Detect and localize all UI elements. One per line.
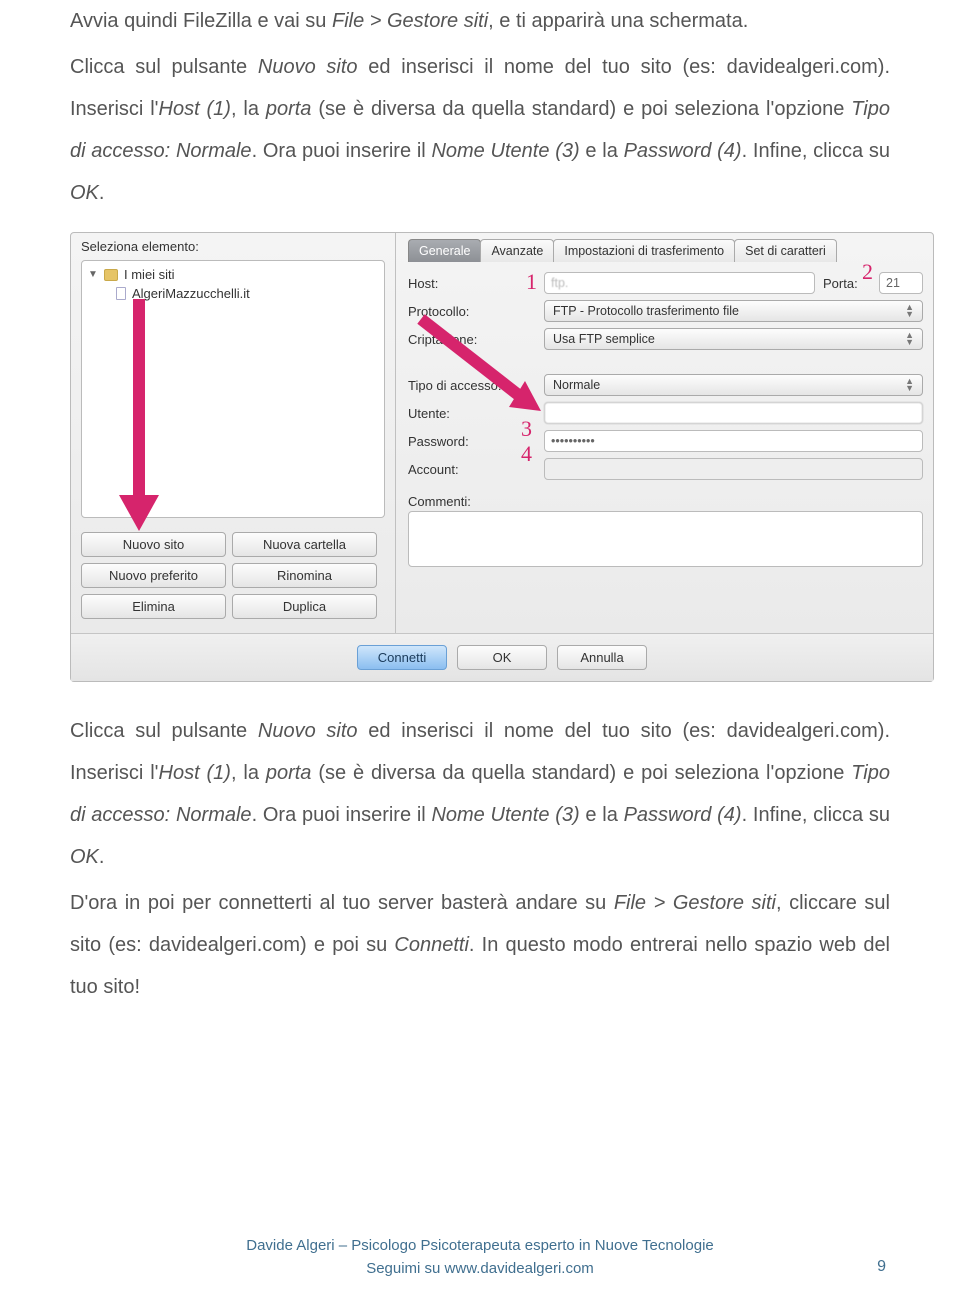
tab-avanzate[interactable]: Avanzate — [480, 239, 554, 262]
host-label: Host: — [408, 276, 536, 291]
chevron-down-icon: ▼ — [88, 269, 98, 280]
paragraph-2: Clicca sul pulsante Nuovo sito ed inseri… — [70, 46, 890, 214]
porta-label: Porta: — [823, 276, 871, 291]
footer: Davide Algeri – Psicologo Psicoterapeuta… — [0, 1235, 960, 1280]
select-element-label: Seleziona elemento: — [81, 239, 385, 254]
paragraph-4: D'ora in poi per connetterti al tuo serv… — [70, 882, 890, 1008]
footer-line-1: Davide Algeri – Psicologo Psicoterapeuta… — [0, 1235, 960, 1258]
paragraph-3: Clicca sul pulsante Nuovo sito ed inseri… — [70, 710, 890, 878]
commenti-label: Commenti: — [408, 494, 923, 509]
tipo-accesso-label: Tipo di accesso: — [408, 378, 536, 393]
password-label: Password: — [408, 434, 536, 449]
page-number: 9 — [877, 1258, 886, 1276]
tipo-accesso-select[interactable]: Normale▲▼ — [544, 374, 923, 396]
duplica-button[interactable]: Duplica — [232, 594, 377, 619]
tree-item[interactable]: AlgeriMazzucchelli.it — [88, 284, 378, 303]
host-input[interactable]: ftp. — [544, 272, 815, 294]
filezilla-screenshot: Seleziona elemento: ▼ I miei siti Algeri… — [70, 232, 934, 682]
paragraph-1: Avvia quindi FileZilla e vai su File > G… — [70, 0, 890, 42]
nuovo-sito-button[interactable]: Nuovo sito — [81, 532, 226, 557]
updown-icon: ▲▼ — [905, 332, 914, 346]
connetti-button[interactable]: Connetti — [357, 645, 447, 670]
site-icon — [116, 287, 126, 300]
tab-set-caratteri[interactable]: Set di caratteri — [734, 239, 837, 262]
criptazione-select[interactable]: Usa FTP semplice▲▼ — [544, 328, 923, 350]
protocollo-select[interactable]: FTP - Protocollo trasferimento file▲▼ — [544, 300, 923, 322]
tree-root[interactable]: ▼ I miei siti — [88, 265, 378, 284]
nuovo-preferito-button[interactable]: Nuovo preferito — [81, 563, 226, 588]
updown-icon: ▲▼ — [905, 304, 914, 318]
utente-input[interactable] — [544, 402, 923, 424]
rinomina-button[interactable]: Rinomina — [232, 563, 377, 588]
protocollo-label: Protocollo: — [408, 304, 536, 319]
elimina-button[interactable]: Elimina — [81, 594, 226, 619]
folder-icon — [104, 269, 118, 281]
annulla-button[interactable]: Annulla — [557, 645, 647, 670]
tab-generale[interactable]: Generale — [408, 239, 481, 262]
tab-impostazioni[interactable]: Impostazioni di trasferimento — [553, 239, 735, 262]
account-label: Account: — [408, 462, 536, 477]
left-panel: Seleziona elemento: ▼ I miei siti Algeri… — [71, 233, 396, 681]
commenti-textarea[interactable] — [408, 511, 923, 567]
site-buttons: Nuovo sito Nuova cartella Nuovo preferit… — [81, 532, 377, 619]
utente-label: Utente: — [408, 406, 536, 421]
bottom-bar: Connetti OK Annulla — [71, 633, 933, 681]
porta-input[interactable]: 21 — [879, 272, 923, 294]
footer-line-2: Seguimi su www.davidealgeri.com — [0, 1258, 960, 1281]
criptazione-label: Criptazione: — [408, 332, 536, 347]
nuova-cartella-button[interactable]: Nuova cartella — [232, 532, 377, 557]
right-panel: Generale Avanzate Impostazioni di trasfe… — [396, 233, 933, 681]
account-input — [544, 458, 923, 480]
updown-icon: ▲▼ — [905, 378, 914, 392]
tabs: Generale Avanzate Impostazioni di trasfe… — [408, 239, 923, 262]
password-input[interactable]: •••••••••• — [544, 430, 923, 452]
site-tree[interactable]: ▼ I miei siti AlgeriMazzucchelli.it — [81, 260, 385, 518]
ok-button[interactable]: OK — [457, 645, 547, 670]
